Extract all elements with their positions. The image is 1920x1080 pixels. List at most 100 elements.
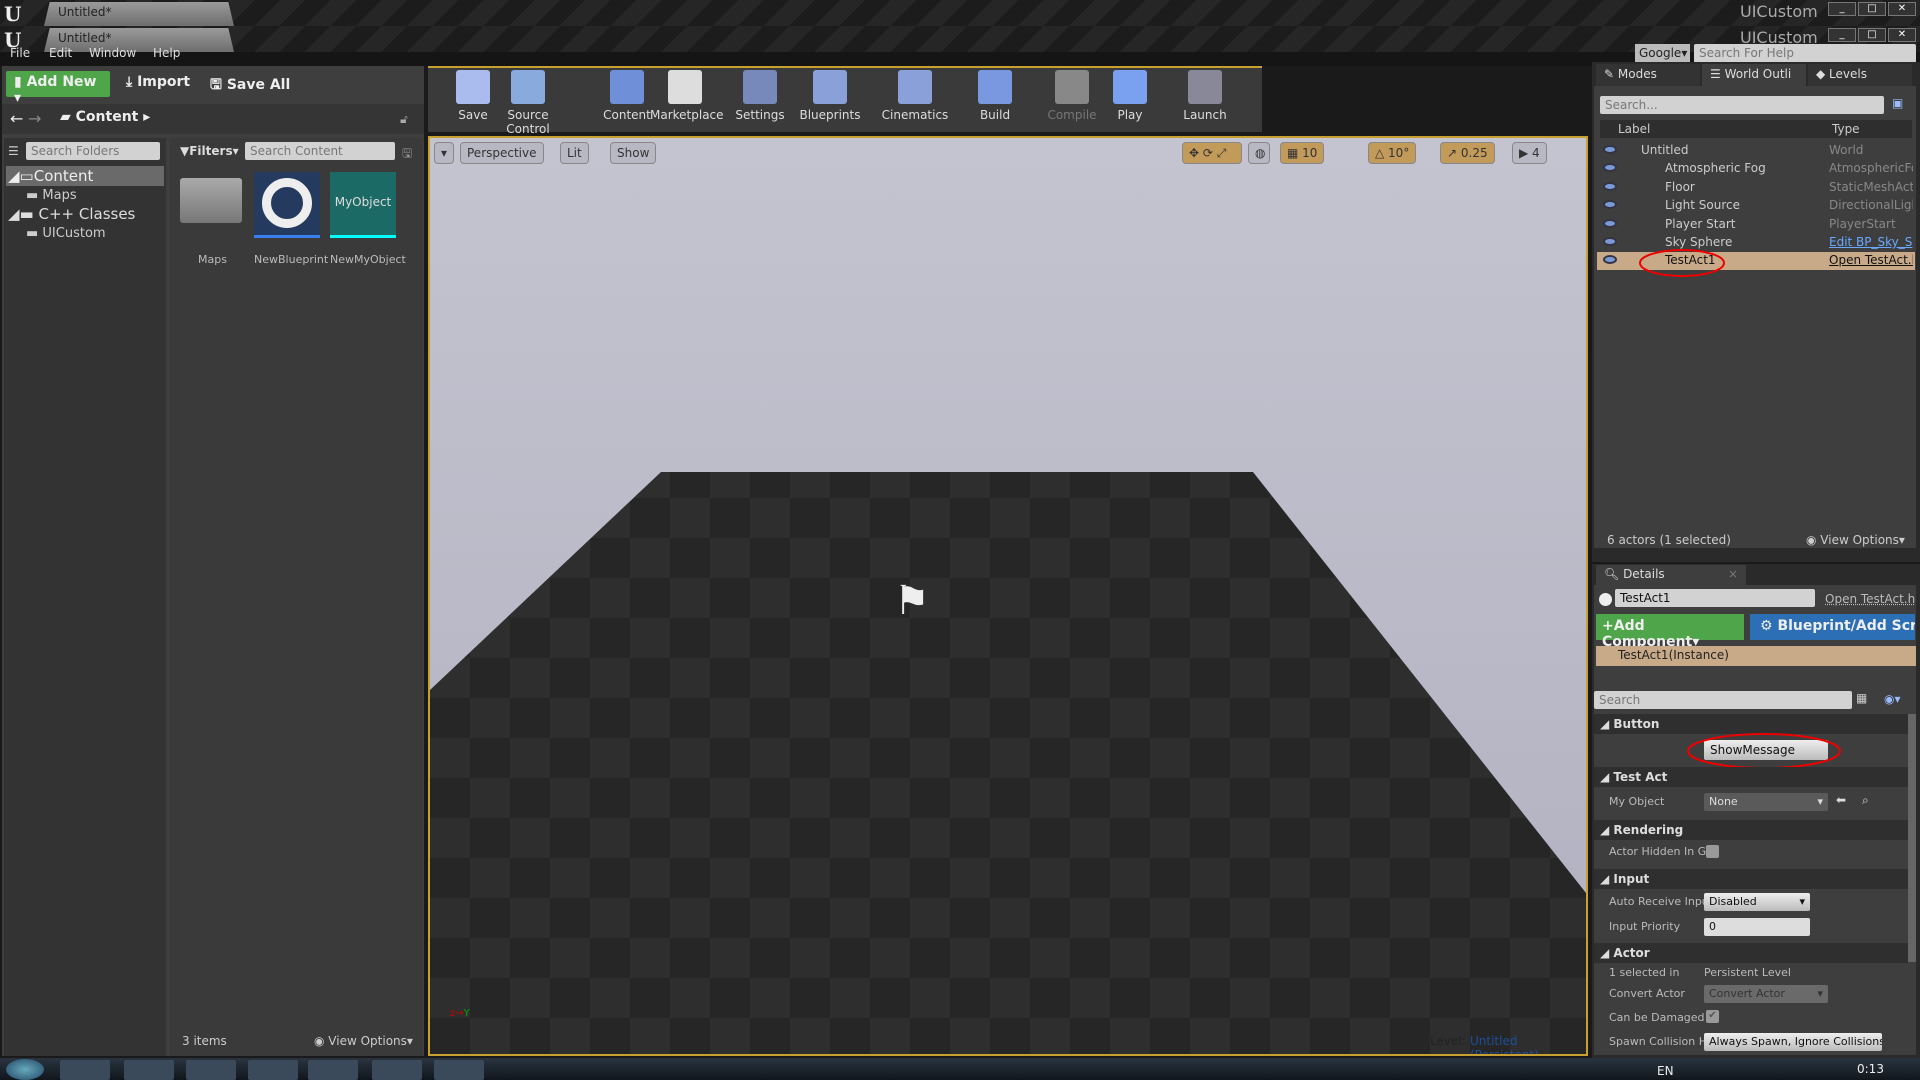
tree-item-content[interactable]: ◢▭Content [8, 167, 93, 185]
outliner-row[interactable]: Untitled World [1597, 142, 1915, 160]
add-new-button[interactable]: ▮ Add New ▾ [6, 71, 110, 106]
forward-arrow-icon[interactable]: → [28, 109, 41, 128]
section-rendering[interactable]: ◢ Rendering [1594, 820, 1908, 840]
maximize-button[interactable]: □ [1858, 2, 1886, 16]
camera-speed-button[interactable]: ▶ 4 [1512, 142, 1547, 164]
view-options-button[interactable]: ◉ View Options▾ [314, 1034, 413, 1048]
browse-icon[interactable]: ⌕ [1862, 793, 1869, 808]
search-engine-select[interactable]: Google▾ [1635, 44, 1690, 63]
can-be-damaged-checkbox[interactable]: ✔ [1706, 1010, 1719, 1023]
add-component-button[interactable]: +Add Component▾ [1596, 614, 1744, 650]
outliner-row[interactable]: Atmospheric Fog AtmosphericFog [1597, 160, 1915, 178]
taskbar-visual-studio[interactable] [308, 1060, 358, 1080]
col-type[interactable]: Type [1832, 122, 1860, 136]
viewport-options-button[interactable]: ▾ [434, 142, 454, 164]
minimize-button[interactable]: _ [1828, 28, 1856, 42]
visibility-eye-icon[interactable] [1603, 145, 1617, 154]
section-test-act[interactable]: ◢ Test Act [1594, 767, 1908, 787]
taskbar-explorer[interactable] [60, 1060, 110, 1080]
show-button[interactable]: Show [610, 142, 657, 164]
toolbar-play-button[interactable]: Play [1095, 70, 1165, 122]
use-selected-icon[interactable]: ⬅ [1836, 793, 1846, 807]
outliner-type[interactable]: Edit BP_Sky_S [1829, 235, 1913, 249]
filters-button[interactable]: ▼Filters▾ [180, 144, 239, 158]
menu-edit[interactable]: Edit [49, 46, 72, 60]
visibility-eye-icon[interactable] [1603, 200, 1617, 210]
save-search-icon[interactable]: 🖫 [402, 144, 412, 165]
back-arrow-icon[interactable]: ← [10, 109, 23, 128]
toggle-sources-icon[interactable]: ☰ [8, 144, 19, 158]
document-tab[interactable]: Untitled* [44, 28, 234, 52]
section-actor[interactable]: ◢ Actor [1594, 943, 1908, 963]
spawn-collision-select[interactable]: Always Spawn, Ignore Collisions [1704, 1033, 1882, 1051]
outliner-row[interactable]: Light Source DirectionalLight [1597, 197, 1915, 215]
toolbar-blueprints-button[interactable]: Blueprints [795, 70, 865, 122]
myobject-thumbnail[interactable]: MyObject [330, 172, 396, 238]
help-search-input[interactable]: Search For Help [1694, 44, 1916, 63]
taskbar-app[interactable] [186, 1060, 236, 1080]
level-viewport[interactable]: ⚑ z→Y Level: Untitled (Persistent) [428, 136, 1588, 1056]
transform-tools[interactable]: ✥ ⟳ ⤢ [1182, 142, 1242, 164]
folder-icon[interactable] [180, 178, 242, 223]
clock[interactable]: 0:13 [1857, 1062, 1884, 1076]
outliner-view-options[interactable]: ◉ View Options▾ [1806, 533, 1905, 547]
menu-help[interactable]: Help [153, 46, 180, 60]
lock-icon[interactable]: 🔓︎ [400, 112, 408, 127]
menu-window[interactable]: Window [89, 46, 136, 60]
close-button[interactable]: ✕ [1888, 28, 1916, 42]
start-button[interactable] [6, 1059, 44, 1080]
tree-item-uicustom[interactable]: ▬ UICustom [26, 226, 106, 241]
minimize-button[interactable]: _ [1828, 2, 1856, 16]
details-search-input[interactable]: Search [1594, 691, 1852, 709]
document-tab[interactable]: Untitled* [44, 2, 234, 26]
outliner-search-input[interactable]: Search... [1600, 96, 1884, 114]
grid-snap-button[interactable]: ▦ 10 [1280, 142, 1325, 164]
blueprint-add-script-button[interactable]: ⚙ Blueprint/Add Scr [1750, 614, 1915, 640]
close-button[interactable]: ✕ [1888, 2, 1916, 16]
input-priority-field[interactable]: 0 [1704, 918, 1810, 936]
outliner-row[interactable]: Player Start PlayerStart [1597, 216, 1915, 234]
outliner-type[interactable]: Open TestAct.h [1829, 253, 1913, 267]
save-all-button[interactable]: 🖫 Save All [210, 74, 290, 98]
blueprint-thumbnail[interactable] [254, 172, 320, 238]
toolbar-cinematics-button[interactable]: Cinematics [880, 70, 950, 122]
maximize-button[interactable]: □ [1858, 28, 1886, 42]
component-instance-row[interactable]: TestAct1(Instance) [1596, 646, 1916, 666]
toolbar-source-control-button[interactable]: Source Control [486, 70, 570, 136]
visibility-options-icon[interactable]: ◉▾ [1884, 692, 1901, 706]
lit-button[interactable]: Lit [560, 142, 589, 164]
taskbar-unreal[interactable] [372, 1060, 422, 1080]
search-folders-input[interactable]: Search Folders [26, 142, 160, 160]
convert-actor-select[interactable]: Convert Actor ▾ [1704, 985, 1828, 1003]
rotation-snap-button[interactable]: △ 10° [1368, 142, 1417, 164]
property-matrix-icon[interactable]: ▦ [1856, 691, 1867, 705]
add-folder-icon[interactable]: ▣ [1892, 96, 1903, 110]
actor-hidden-checkbox[interactable] [1706, 845, 1719, 858]
open-source-link[interactable]: Open TestAct.h [1825, 592, 1915, 606]
world-local-icon[interactable]: ◍ [1248, 142, 1270, 164]
visibility-eye-icon[interactable] [1603, 255, 1617, 265]
breadcrumb-content[interactable]: ▰ Content ▸ [60, 109, 150, 125]
taskbar-app[interactable] [124, 1060, 174, 1080]
player-start-icon[interactable]: ⚑ [894, 578, 930, 624]
menu-file[interactable]: File [10, 46, 30, 60]
toolbar-build-button[interactable]: Build [960, 70, 1030, 122]
toolbar-settings-button[interactable]: Settings [725, 70, 795, 122]
import-button[interactable]: ⤓ Import [126, 74, 190, 90]
tab-modes[interactable]: ✎ Modes [1596, 64, 1700, 86]
visibility-eye-icon[interactable] [1603, 163, 1617, 173]
tree-item-cpp-classes[interactable]: ◢▬ C++ Classes [8, 205, 135, 223]
auto-receive-select[interactable]: Disabled ▾ [1704, 893, 1810, 911]
my-object-select[interactable]: None ▾ [1704, 793, 1828, 811]
tab-levels[interactable]: ◆ Levels [1808, 64, 1912, 86]
toolbar-marketplace-button[interactable]: Marketplace [650, 70, 724, 122]
search-content-input[interactable]: Search Content [245, 142, 395, 160]
perspective-button[interactable]: Perspective [460, 142, 544, 164]
tab-world-outliner[interactable]: ☰ World Outli [1702, 64, 1806, 86]
toolbar-launch-button[interactable]: Launch [1170, 70, 1240, 122]
col-label[interactable]: Label [1618, 122, 1650, 136]
scale-snap-button[interactable]: ↗ 0.25 [1440, 142, 1495, 164]
language-indicator[interactable]: EN [1657, 1064, 1674, 1078]
tree-item-maps[interactable]: ▬ Maps [26, 188, 77, 203]
details-scrollbar[interactable] [1908, 714, 1916, 962]
